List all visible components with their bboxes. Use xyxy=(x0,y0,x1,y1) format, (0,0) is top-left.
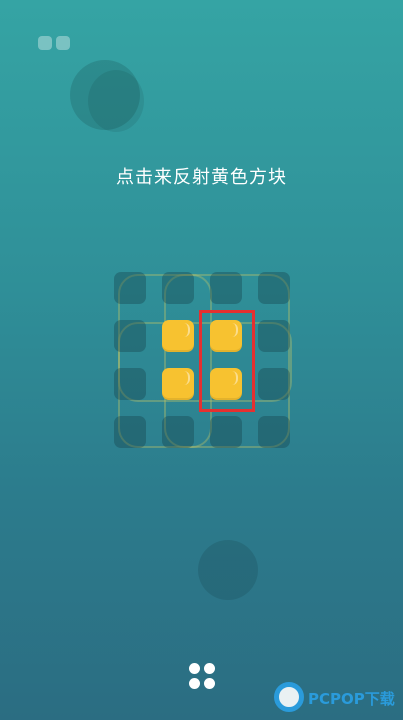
grid-tile[interactable] xyxy=(114,320,146,352)
grid-tile[interactable] xyxy=(210,272,242,304)
watermark-brand: PCPOP xyxy=(308,690,365,708)
watermark: PCPOP下载 xyxy=(274,680,399,716)
watermark-suffix: 下载 xyxy=(364,690,395,708)
grid-tile[interactable] xyxy=(114,416,146,448)
grid-tile[interactable] xyxy=(210,416,242,448)
grid-tile[interactable] xyxy=(114,368,146,400)
grid-menu-icon xyxy=(189,678,200,689)
watermark-logo-icon xyxy=(274,682,304,712)
grid-tile[interactable] xyxy=(162,416,194,448)
grid-tile[interactable] xyxy=(258,320,290,352)
grid-tile[interactable] xyxy=(258,416,290,448)
grid-menu-icon xyxy=(204,678,215,689)
yellow-tile[interactable] xyxy=(162,320,194,352)
grid-menu-icon xyxy=(189,663,200,674)
tile-shine xyxy=(178,371,190,385)
grid-tile[interactable] xyxy=(114,272,146,304)
grid-tile[interactable] xyxy=(258,272,290,304)
tile-shine xyxy=(178,323,190,337)
grid-tile[interactable] xyxy=(258,368,290,400)
highlight-box xyxy=(199,310,255,412)
menu-button[interactable] xyxy=(187,661,217,691)
grid-tile[interactable] xyxy=(162,272,194,304)
yellow-tile[interactable] xyxy=(162,368,194,400)
grid-menu-icon xyxy=(204,663,215,674)
